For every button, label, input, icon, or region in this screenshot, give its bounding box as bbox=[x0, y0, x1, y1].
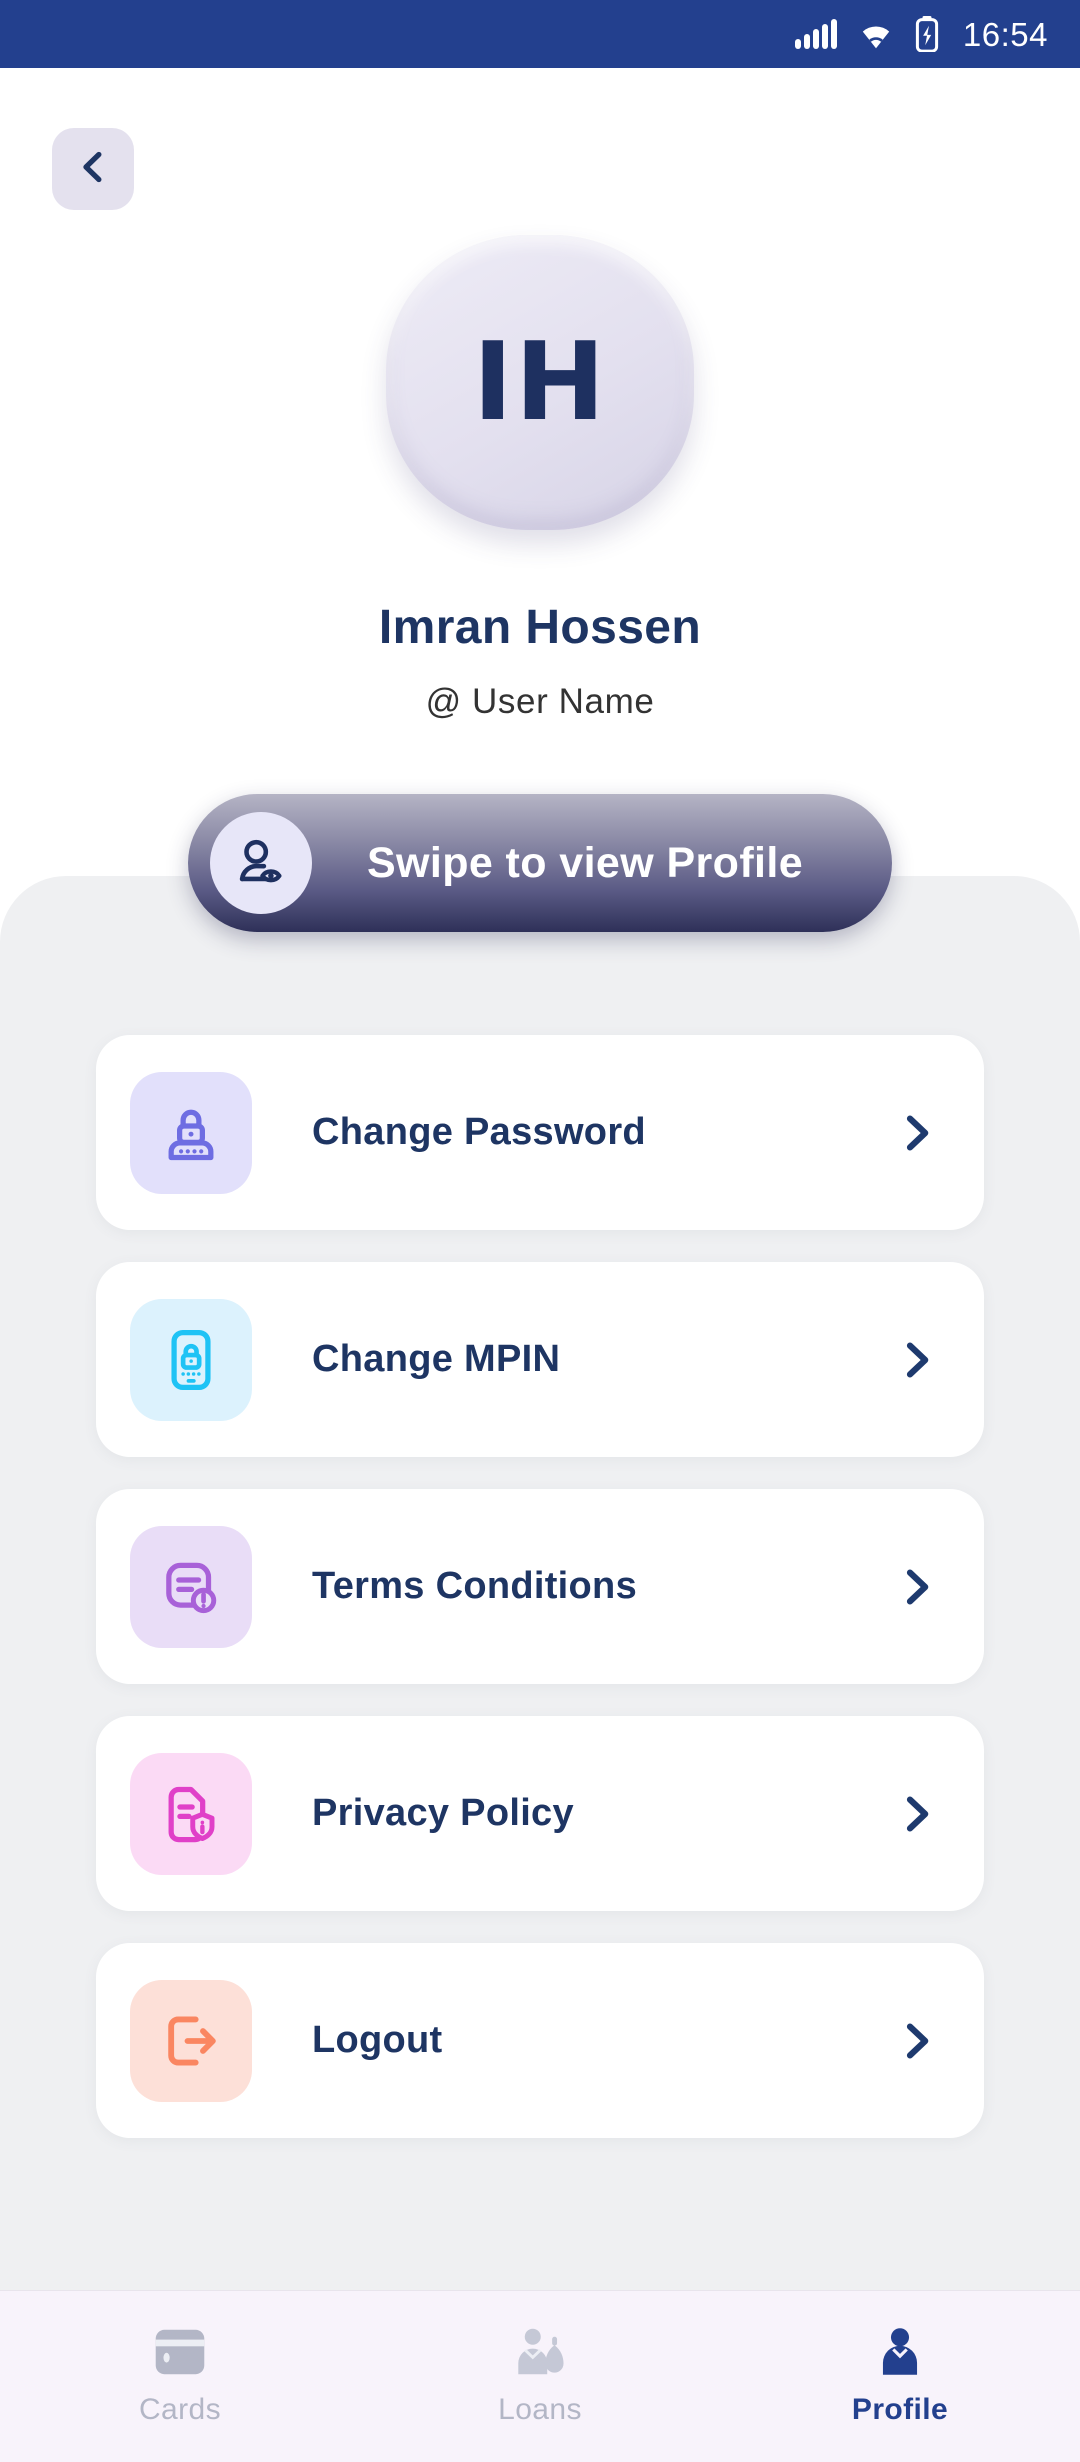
menu-item-change-password[interactable]: Change Password bbox=[96, 1035, 984, 1230]
nav-item-label: Loans bbox=[498, 2393, 582, 2426]
avatar-container: IH bbox=[0, 235, 1080, 530]
avatar-initials: IH bbox=[472, 319, 608, 445]
profile-username: @ User Name bbox=[425, 682, 655, 721]
chevron-right-icon bbox=[892, 1790, 940, 1838]
menu-item-label: Change MPIN bbox=[312, 1338, 561, 1380]
menu-item-label: Logout bbox=[312, 2019, 443, 2061]
credit-card-icon bbox=[149, 2326, 211, 2383]
person-icon bbox=[869, 2326, 931, 2383]
nav-item-label: Cards bbox=[138, 2393, 222, 2426]
settings-menu: Change Password Change MPIN Terms Condit… bbox=[96, 1035, 984, 2138]
menu-item-privacy-policy[interactable]: Privacy Policy bbox=[96, 1716, 984, 1911]
profile-screen: 16:54 IH Imran Hossen @ User Name Swipe … bbox=[0, 0, 1080, 2462]
nav-item-profile[interactable]: Profile bbox=[720, 2326, 1080, 2427]
menu-item-label: Privacy Policy bbox=[312, 1792, 574, 1834]
back-button[interactable] bbox=[52, 128, 134, 210]
loan-person-icon bbox=[509, 2326, 571, 2383]
document-shield-icon bbox=[130, 1752, 252, 1875]
menu-item-label: Change Password bbox=[312, 1111, 646, 1153]
battery-charging-icon bbox=[915, 16, 939, 52]
chevron-right-icon bbox=[892, 2017, 940, 2065]
signal-bars-icon bbox=[794, 19, 837, 49]
logout-arrow-icon bbox=[130, 1979, 252, 2102]
menu-item-label: Terms Conditions bbox=[312, 1565, 637, 1607]
nav-item-loans[interactable]: Loans bbox=[360, 2326, 720, 2427]
menu-item-change-mpin[interactable]: Change MPIN bbox=[96, 1262, 984, 1457]
avatar[interactable]: IH bbox=[386, 235, 694, 530]
chevron-right-icon bbox=[892, 1563, 940, 1611]
wifi-icon bbox=[857, 19, 895, 49]
lock-keypad-icon bbox=[130, 1071, 252, 1194]
menu-item-terms-conditions[interactable]: Terms Conditions bbox=[96, 1489, 984, 1684]
person-view-icon bbox=[210, 812, 312, 914]
swipe-to-view-profile-button[interactable]: Swipe to view Profile bbox=[188, 794, 892, 932]
status-time: 16:54 bbox=[962, 15, 1048, 53]
menu-item-logout[interactable]: Logout bbox=[96, 1943, 984, 2138]
chevron-right-icon bbox=[892, 1109, 940, 1157]
chevron-left-icon bbox=[73, 147, 113, 192]
bottom-navigation: Cards Loans Profile bbox=[0, 2290, 1080, 2462]
document-alert-icon bbox=[130, 1525, 252, 1648]
profile-name: Imran Hossen bbox=[378, 601, 702, 654]
phone-lock-icon bbox=[130, 1298, 252, 1421]
status-bar: 16:54 bbox=[0, 0, 1080, 68]
chevron-right-icon bbox=[892, 1336, 940, 1384]
nav-item-cards[interactable]: Cards bbox=[0, 2326, 360, 2427]
swipe-button-label: Swipe to view Profile bbox=[366, 838, 804, 887]
nav-item-label: Profile bbox=[851, 2393, 949, 2426]
